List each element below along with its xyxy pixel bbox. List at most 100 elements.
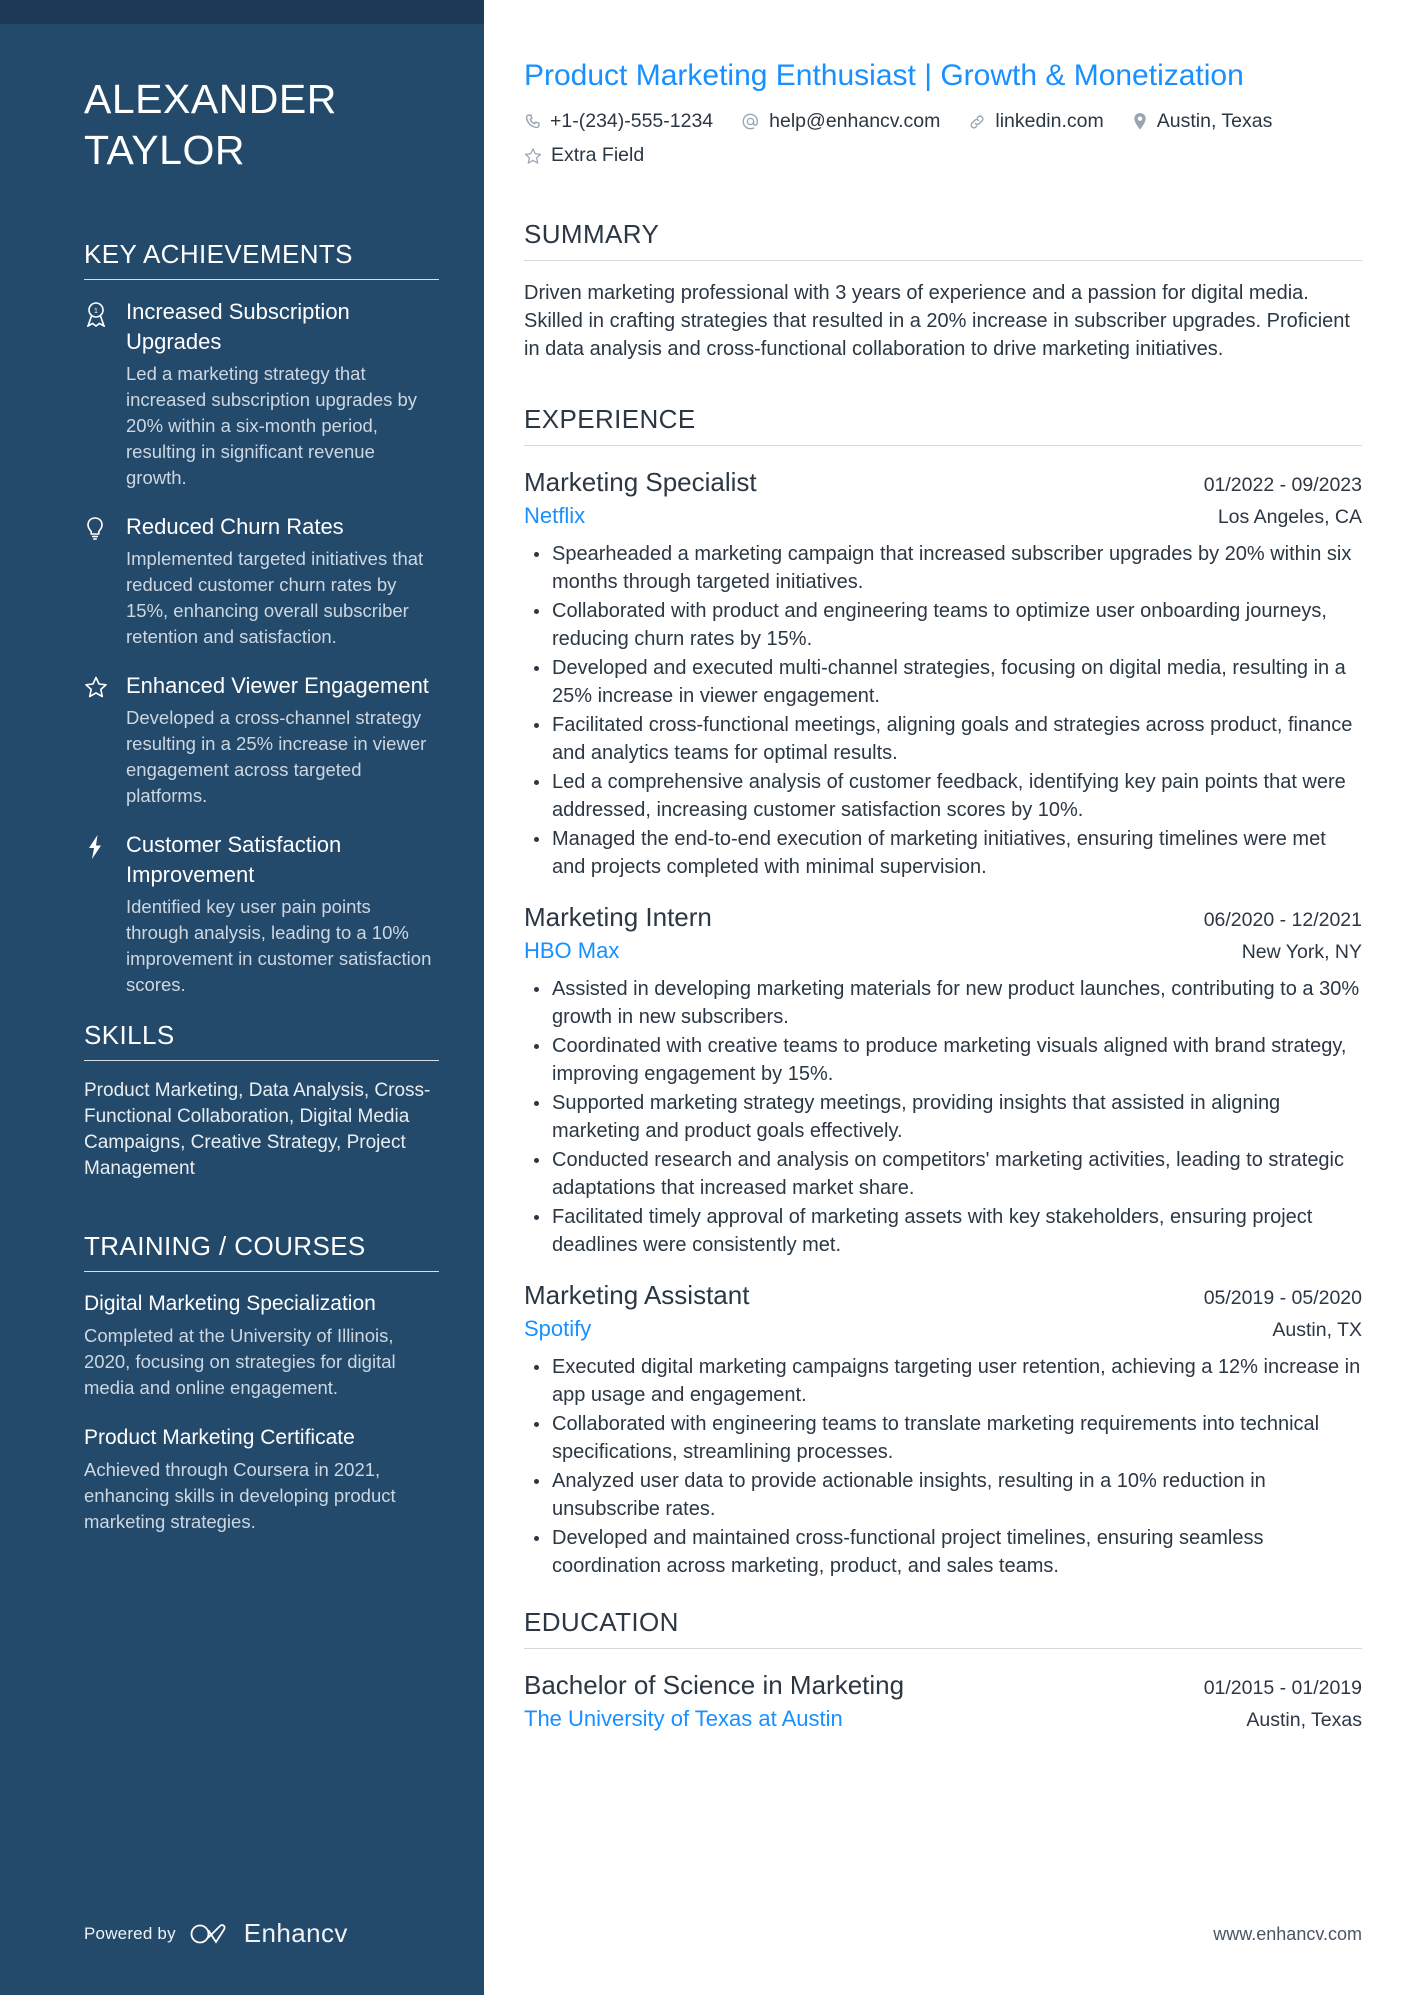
job-bullet: Developed and executed multi-channel str… [524,654,1362,710]
lightbulb-icon [84,512,126,650]
contact-email-value: help@enhancv.com [769,110,941,132]
education-location: Austin, Texas [1246,1709,1362,1731]
job-bullets: Assisted in developing marketing materia… [524,975,1362,1259]
headline: Product Marketing Enthusiast | Growth & … [524,59,1244,92]
phone-icon [524,113,541,130]
job-dates: 05/2019 - 05/2020 [1203,1287,1362,1309]
experience-title-row: Marketing Intern 06/2020 - 12/2021 [524,899,1362,935]
achievement-title: Reduced Churn Rates [126,514,344,539]
contact-phone-value: +1-(234)-555-1234 [550,110,714,132]
job-title: Marketing Specialist [524,467,757,497]
course-title: Product Marketing Certificate [84,1426,355,1449]
education-school[interactable]: The University of Texas at Austin [524,1703,843,1735]
job-company[interactable]: Netflix [524,500,585,532]
key-achievements-heading: KEY ACHIEVEMENTS [84,239,353,269]
skills-heading: SKILLS [84,1020,175,1050]
experience-title-row: Marketing Specialist 01/2022 - 09/2023 [524,464,1362,500]
education-dates: 01/2015 - 01/2019 [1203,1677,1362,1699]
contact-location[interactable]: Austin, Texas [1132,107,1273,136]
achievement-item: 1 Increased Subscription Upgrades Led a … [84,297,434,491]
contact-info: +1-(234)-555-1234 help@enhancv.com linke… [524,107,1324,170]
contact-email[interactable]: help@enhancv.com [741,107,940,136]
course-description: Completed at the University of Illinois,… [84,1325,396,1398]
job-dates: 01/2022 - 09/2023 [1203,474,1362,496]
experience-item: Marketing Specialist 01/2022 - 09/2023 N… [524,464,1362,881]
map-pin-icon [1132,112,1148,131]
job-bullet: Assisted in developing marketing materia… [524,975,1362,1031]
sidebar: ALEXANDER TAYLOR KEY ACHIEVEMENTS 1 Incr… [0,0,484,1995]
course-description: Achieved through Coursera in 2021, enhan… [84,1459,396,1532]
job-company[interactable]: HBO Max [524,935,619,967]
achievement-description: Developed a cross-channel strategy resul… [126,707,427,806]
section-education: EDUCATION Bachelor of Science in Marketi… [524,1606,1362,1735]
divider [84,1271,439,1272]
summary-text: Driven marketing professional with 3 yea… [524,282,1350,360]
divider [84,1060,439,1061]
contact-extra-field-value: Extra Field [551,144,645,166]
svg-text:1: 1 [94,308,98,315]
job-dates: 06/2020 - 12/2021 [1203,909,1362,931]
candidate-first-name: ALEXANDER [84,76,337,122]
job-bullet: Facilitated timely approval of marketing… [524,1203,1362,1259]
sidebar-footer: Powered by Enhancv [0,1918,484,1995]
achievement-item: Enhanced Viewer Engagement Developed a c… [84,671,434,809]
experience-item: Marketing Intern 06/2020 - 12/2021 HBO M… [524,899,1362,1259]
job-location: New York, NY [1241,941,1362,963]
summary-heading: SUMMARY [524,219,660,249]
section-key-achievements: KEY ACHIEVEMENTS 1 Increased Subscriptio… [84,238,439,998]
achievement-description: Identified key user pain points through … [126,896,432,995]
section-summary: SUMMARY Driven marketing professional wi… [524,218,1362,377]
education-heading: EDUCATION [524,1607,679,1637]
education-degree: Bachelor of Science in Marketing [524,1670,905,1700]
enhancv-logo: Enhancv [190,1918,348,1949]
achievement-title: Enhanced Viewer Engagement [126,673,429,698]
job-company[interactable]: Spotify [524,1313,591,1345]
section-training-courses: TRAINING / COURSES Digital Marketing Spe… [84,1230,439,1535]
award-ribbon-icon: 1 [84,297,126,491]
achievement-title: Customer Satisfaction Improvement [126,832,342,887]
job-bullet: Led a comprehensive analysis of customer… [524,768,1362,824]
education-item: Bachelor of Science in Marketing 01/2015… [524,1667,1362,1735]
achievement-description: Implemented targeted initiatives that re… [126,548,424,647]
contact-linkedin-value: linkedin.com [995,110,1104,132]
sidebar-content: ALEXANDER TAYLOR KEY ACHIEVEMENTS 1 Incr… [0,24,484,1918]
job-bullets: Executed digital marketing campaigns tar… [524,1353,1362,1580]
job-bullet: Collaborated with product and engineerin… [524,597,1362,653]
contact-location-value: Austin, Texas [1156,110,1273,132]
at-email-icon [741,112,760,131]
education-degree-row: Bachelor of Science in Marketing 01/2015… [524,1667,1362,1703]
achievement-item: Customer Satisfaction Improvement Identi… [84,830,434,998]
section-skills: SKILLS Product Marketing, Data Analysis,… [84,1019,439,1212]
job-bullet: Conducted research and analysis on compe… [524,1146,1362,1202]
job-bullet: Managed the end-to-end execution of mark… [524,825,1362,881]
resume-page: ALEXANDER TAYLOR KEY ACHIEVEMENTS 1 Incr… [0,0,1410,1995]
experience-company-row: Netflix Los Angeles, CA [524,500,1362,532]
job-bullet: Spearheaded a marketing campaign that in… [524,540,1362,596]
job-bullet: Analyzed user data to provide actionable… [524,1467,1362,1523]
course-item: Digital Marketing Specialization Complet… [84,1289,434,1401]
experience-company-row: HBO Max New York, NY [524,935,1362,967]
lightning-bolt-icon [84,830,126,998]
divider [84,279,439,280]
job-location: Austin, TX [1272,1319,1362,1341]
link-icon [968,113,986,131]
job-bullet: Executed digital marketing campaigns tar… [524,1353,1362,1409]
job-bullet: Facilitated cross-functional meetings, a… [524,711,1362,767]
job-bullet: Collaborated with engineering teams to t… [524,1410,1362,1466]
course-title: Digital Marketing Specialization [84,1292,376,1315]
job-title: Marketing Intern [524,902,712,932]
divider [524,445,1362,446]
main-column: Product Marketing Enthusiast | Growth & … [484,0,1410,1995]
experience-heading: EXPERIENCE [524,404,696,434]
contact-linkedin[interactable]: linkedin.com [968,107,1104,136]
enhancv-wordmark: Enhancv [243,1918,348,1948]
job-bullet: Coordinated with creative teams to produ… [524,1032,1362,1088]
divider [524,1648,1362,1649]
sidebar-top-accent-bar [0,0,484,24]
achievement-item: Reduced Churn Rates Implemented targeted… [84,512,434,650]
section-experience: EXPERIENCE Marketing Specialist 01/2022 … [524,403,1362,1580]
job-bullets: Spearheaded a marketing campaign that in… [524,540,1362,881]
contact-extra-field[interactable]: Extra Field [524,141,644,170]
footer-url[interactable]: www.enhancv.com [1213,1924,1362,1945]
contact-phone[interactable]: +1-(234)-555-1234 [524,107,713,136]
